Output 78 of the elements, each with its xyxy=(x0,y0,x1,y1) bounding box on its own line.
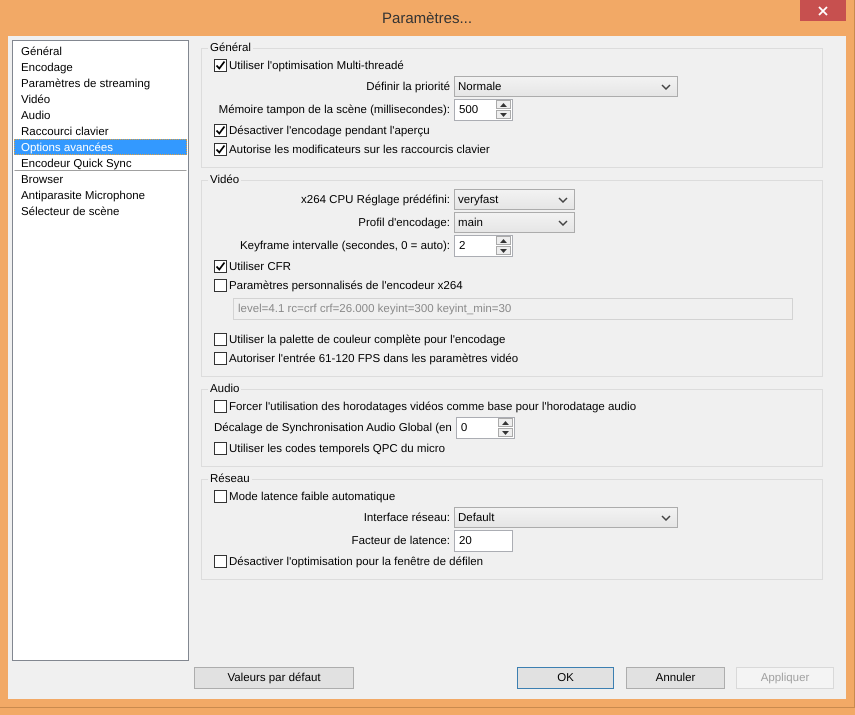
dialog-button[interactable]: Annuler xyxy=(626,667,725,689)
spin-field[interactable]: 500 xyxy=(454,98,513,120)
sidebar-item[interactable]: Général xyxy=(14,43,187,59)
field-label: Définir la priorité xyxy=(365,80,450,92)
group-title: Vidéo xyxy=(209,174,240,186)
chevron-down-icon xyxy=(661,84,671,90)
sidebar-item[interactable]: Encodeur Quick Sync xyxy=(14,155,187,171)
up-arrow-icon xyxy=(500,238,507,242)
check-icon xyxy=(215,60,226,71)
checkbox[interactable] xyxy=(214,143,227,156)
sidebar-item[interactable]: Sélecteur de scène xyxy=(14,203,187,219)
checkbox-label: Désactiver l'encodage pendant l'aperçu xyxy=(229,124,430,136)
up-arrow-icon xyxy=(502,420,509,424)
spin-down-button[interactable] xyxy=(498,428,513,437)
group-title: Général xyxy=(209,42,252,54)
check-icon xyxy=(215,125,226,136)
checkbox[interactable] xyxy=(214,400,227,413)
dropdown[interactable]: main xyxy=(454,212,575,233)
checkbox-label: Autorise les modificateurs sur les raccourcis clavier xyxy=(229,144,490,156)
checkbox-label: Utiliser CFR xyxy=(229,260,291,272)
checkbox[interactable] xyxy=(214,279,227,292)
checkbox[interactable] xyxy=(214,59,227,72)
window-title: Paramètres... xyxy=(382,10,472,26)
check-icon xyxy=(215,261,226,272)
close-button[interactable] xyxy=(800,0,846,21)
spin-up-button[interactable] xyxy=(496,100,511,109)
up-arrow-icon xyxy=(500,102,507,106)
checkbox-label: Autoriser l'entrée 61-120 FPS dans les paramètres vidéo xyxy=(229,352,518,364)
spin-field[interactable]: 2 xyxy=(454,234,513,256)
checkbox[interactable] xyxy=(214,124,227,137)
down-arrow-icon xyxy=(500,248,507,252)
field-label: Interface réseau: xyxy=(362,512,450,524)
group-title: Audio xyxy=(209,383,240,395)
sidebar-item[interactable]: Paramètres de streaming xyxy=(14,75,187,91)
checkbox-label: Mode latence faible automatique xyxy=(229,490,396,502)
spin-field[interactable]: 0 xyxy=(456,416,515,438)
checkbox-label: Désactiver l'optimisation pour la fenêtre de défilen xyxy=(229,556,484,568)
chevron-down-icon xyxy=(558,196,568,202)
field-label: x264 CPU Réglage prédéfini: xyxy=(300,194,450,206)
field-label: Décalage de Synchronisation Audio Global (en xyxy=(214,422,452,434)
checkbox[interactable] xyxy=(214,442,227,455)
spin-down-button[interactable] xyxy=(496,246,511,255)
dialog-button[interactable]: OK xyxy=(517,667,614,689)
group-title: Réseau xyxy=(209,473,251,485)
input-field[interactable]: 20 xyxy=(454,530,513,552)
dropdown[interactable]: veryfast xyxy=(454,189,575,210)
checkbox[interactable] xyxy=(214,555,227,568)
checkbox[interactable] xyxy=(214,260,227,273)
close-icon xyxy=(818,6,828,16)
field-label: Facteur de latence: xyxy=(350,534,450,546)
checkbox-label: Utiliser la palette de couleur complète pour l'encodage xyxy=(229,334,506,346)
checkbox[interactable] xyxy=(214,490,227,503)
chevron-down-icon xyxy=(558,220,568,226)
field-label: Profil d'encodage: xyxy=(357,216,450,228)
field-label: Keyframe intervalle (secondes, 0 = auto): xyxy=(239,240,450,252)
checkbox-label: Utiliser l'optimisation Multi-threadé xyxy=(229,60,404,72)
checkbox-label: Paramètres personnalisés de l'encodeur x264 xyxy=(229,280,463,292)
checkbox[interactable] xyxy=(214,333,227,346)
checkbox-label: Forcer l'utilisation des horodatages vidéos comme base pour l'horodatage audio xyxy=(229,400,636,412)
checkbox[interactable] xyxy=(214,352,227,365)
checkbox-label: Utiliser les codes temporels QPC du micro xyxy=(229,442,446,454)
check-icon xyxy=(215,144,226,155)
dialog-button[interactable]: Valeurs par défaut xyxy=(194,667,354,689)
down-arrow-icon xyxy=(502,430,509,434)
chevron-down-icon xyxy=(661,514,671,520)
sidebar-item[interactable]: Antiparasite Microphone xyxy=(14,187,187,203)
sidebar-item[interactable]: Audio xyxy=(14,107,187,123)
field-label: Mémoire tampon de la scène (millisecondes): xyxy=(218,104,450,116)
spin-up-button[interactable] xyxy=(496,236,511,245)
down-arrow-icon xyxy=(500,112,507,116)
spin-down-button[interactable] xyxy=(496,110,511,119)
sidebar-item[interactable]: Encodage xyxy=(14,59,187,75)
sidebar-item[interactable]: Browser xyxy=(14,171,187,187)
dropdown[interactable]: Default xyxy=(454,507,678,528)
dropdown[interactable]: Normale xyxy=(454,76,678,97)
spin-up-button[interactable] xyxy=(498,418,513,427)
sidebar-item[interactable]: Vidéo xyxy=(14,91,187,107)
sidebar-item[interactable]: Raccourci clavier xyxy=(14,123,187,139)
